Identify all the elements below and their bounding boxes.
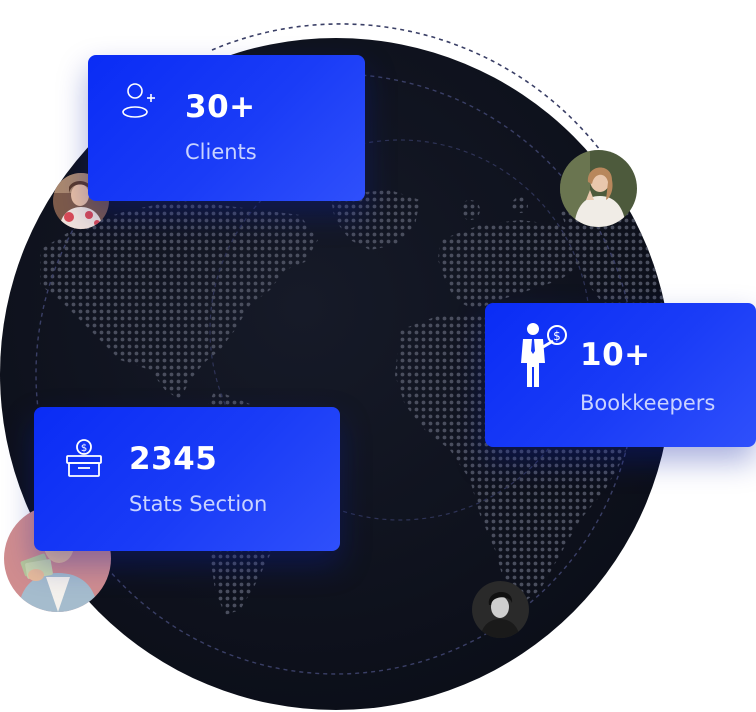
stat-card-clients: 30+ Clients (88, 55, 365, 201)
bookkeeper-icon: $ (517, 321, 569, 396)
stat-card-stats-section: $ 2345 Stats Section (34, 407, 340, 551)
avatar-man-dark (472, 581, 529, 638)
stats-illustration: 30+ Clients $ 10+ Bookkeepers $ 2345 Sta… (0, 0, 756, 712)
avatar-woman-light-top (560, 150, 637, 227)
donation-box-icon: $ (64, 438, 104, 483)
bookkeepers-label: Bookkeepers (580, 391, 716, 415)
svg-text:$: $ (81, 443, 87, 454)
stats-section-label: Stats Section (129, 492, 268, 516)
clients-value: 30+ (185, 89, 256, 125)
bookkeepers-value: 10+ (580, 337, 651, 373)
clients-label: Clients (185, 140, 257, 164)
stats-section-value: 2345 (129, 441, 218, 477)
add-user-icon (120, 82, 158, 125)
svg-text:$: $ (553, 329, 561, 343)
stat-card-bookkeepers: $ 10+ Bookkeepers (485, 303, 756, 447)
